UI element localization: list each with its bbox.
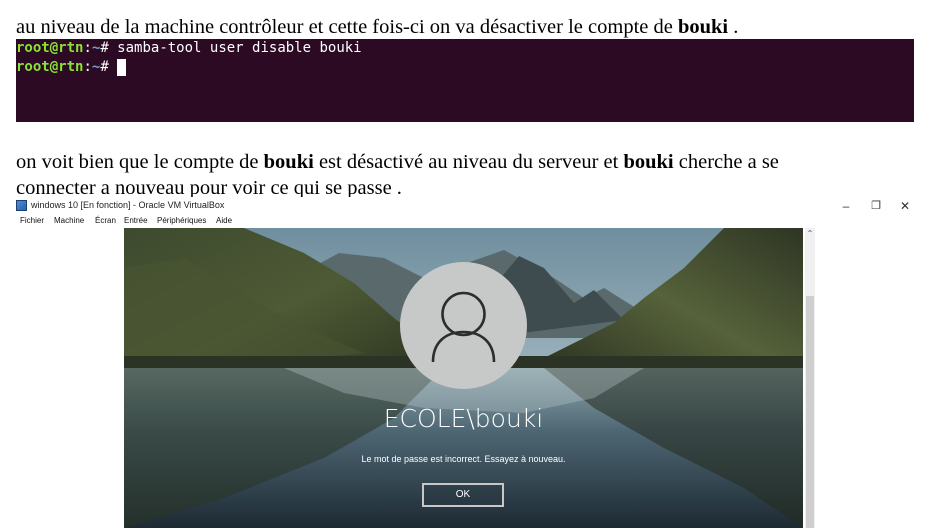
menu-peripheriques[interactable]: Périphériques	[157, 216, 206, 225]
menu-aide[interactable]: Aide	[216, 216, 232, 225]
window-title: windows 10 [En fonction] - Oracle VM Vir…	[31, 200, 225, 210]
terminal-line-command: root@rtn:~# samba-tool user disable bouk…	[16, 40, 362, 57]
window-titlebar: windows 10 [En fonction] - Oracle VM Vir…	[16, 197, 914, 215]
bold-username: bouki	[677, 16, 729, 38]
terminal-window: root@rtn:~# samba-tool user disable bouk…	[16, 39, 914, 122]
paragraph-intro: au niveau de la machine contrôleur et ce…	[16, 14, 738, 40]
scroll-thumb[interactable]	[806, 296, 814, 528]
prompt-end: #	[100, 59, 118, 75]
menu-entree[interactable]: Entrée	[124, 216, 148, 225]
text-run: cherche a se	[673, 151, 779, 173]
text-run: .	[728, 16, 739, 38]
prompt-user: root@rtn	[16, 40, 84, 56]
paragraph-observation: on voit bien que le compte de bouki est …	[16, 149, 779, 175]
bold-username: bouki	[263, 151, 314, 173]
scroll-up-icon[interactable]: ⌃	[805, 228, 815, 240]
login-username: ECOLE\bouki	[383, 404, 544, 433]
text-run: on voit bien que le compte de	[16, 151, 264, 173]
terminal-line-prompt[interactable]: root@rtn:~#	[16, 59, 127, 76]
terminal-command: samba-tool user disable bouki	[117, 40, 362, 56]
ok-button[interactable]: OK	[422, 483, 504, 507]
text-run: au niveau de la machine contrôleur et ce…	[16, 16, 678, 38]
prompt-end: #	[100, 40, 118, 56]
menu-fichier[interactable]: Fichier	[20, 216, 44, 225]
prompt-sep: :	[83, 40, 92, 56]
prompt-user: root@rtn	[16, 59, 84, 75]
bold-username: bouki	[623, 151, 674, 173]
minimize-button[interactable]: –	[831, 197, 861, 215]
restore-button[interactable]: ❐	[861, 197, 891, 215]
terminal-cursor	[117, 59, 127, 76]
vm-lock-screen[interactable]: ECOLE\bouki Le mot de passe est incorrec…	[124, 228, 803, 528]
menu-ecran[interactable]: Écran	[95, 216, 116, 225]
person-icon	[431, 291, 496, 363]
virtualbox-logo-icon	[16, 200, 27, 211]
virtualbox-window: windows 10 [En fonction] - Oracle VM Vir…	[16, 197, 914, 528]
vertical-scrollbar[interactable]: ⌃	[805, 228, 815, 528]
prompt-sep: :	[83, 59, 92, 75]
menu-machine[interactable]: Machine	[54, 216, 84, 225]
text-run: est désactivé au niveau du serveur et	[313, 151, 624, 173]
user-avatar-icon	[400, 262, 527, 389]
close-button[interactable]: ✕	[890, 197, 920, 215]
login-error-message: Le mot de passe est incorrect. Essayez à…	[361, 454, 566, 464]
